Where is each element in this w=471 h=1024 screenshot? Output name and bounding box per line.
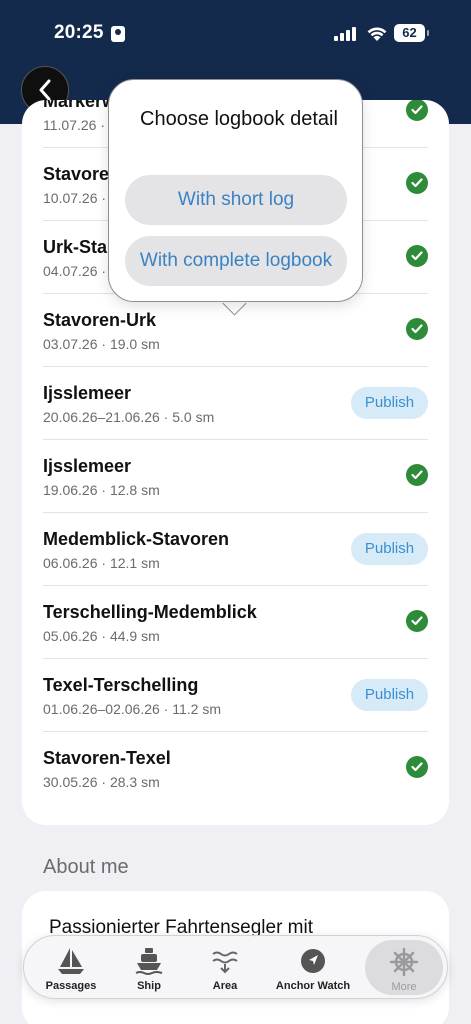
passage-title: Ijsslemeer — [43, 456, 132, 476]
passage-title: Stavore — [43, 164, 110, 184]
published-check-icon — [406, 610, 428, 632]
status-bar: 20:25 62 — [0, 0, 471, 70]
tab-more[interactable]: More — [365, 940, 443, 995]
passage-meta: 10.07.26 · — [43, 190, 107, 206]
passage-meta: 01.06.26–02.06.26 · 11.2 sm — [43, 701, 221, 717]
with-short-log-button[interactable]: With short log — [125, 175, 347, 225]
passage-title: Stavoren-Texel — [43, 748, 171, 768]
published-check-icon — [406, 172, 428, 194]
status-time: 20:25 — [54, 22, 104, 43]
sailboat-icon — [58, 948, 84, 974]
tab-passages[interactable]: Passages — [36, 936, 106, 998]
published-check-icon — [406, 318, 428, 340]
tab-label: Ship — [137, 980, 161, 992]
ship-icon — [135, 948, 163, 975]
passage-title: Medemblick-Stavoren — [43, 529, 230, 549]
waves-icon — [212, 951, 238, 974]
publish-button[interactable]: Publish — [351, 533, 428, 565]
passage-title: Terschelling-Medemblick — [43, 602, 257, 622]
tab-bar: Passages Ship Area Anchor Watch More — [23, 935, 448, 999]
passage-meta: 05.06.26 · 44.9 sm — [43, 628, 160, 644]
passage-meta: 30.05.26 · 28.3 sm — [43, 774, 160, 790]
passage-meta: 06.06.26 · 12.1 sm — [43, 555, 160, 571]
cellular-signal-icon — [334, 27, 356, 41]
passage-title: Stavoren-Urk — [43, 310, 157, 330]
logbook-row[interactable]: Terschelling-Medemblick 05.06.26 · 44.9 s… — [43, 586, 428, 659]
publish-button[interactable]: Publish — [351, 679, 428, 711]
location-arrow-icon — [301, 949, 325, 973]
logbook-row[interactable]: Ijsslemeer 19.06.26 · 12.8 sm — [43, 440, 428, 513]
helm-icon — [389, 947, 419, 977]
logbook-row[interactable]: Ijsslemeer 20.06.26–21.06.26 · 5.0 sm Publ… — [43, 367, 428, 440]
chevron-left-icon — [39, 79, 51, 101]
tab-label: Passages — [45, 980, 97, 992]
passage-meta: 20.06.26–21.06.26 · 5.0 sm — [43, 409, 215, 425]
popover-title: Choose logbook detail — [140, 108, 338, 130]
logbook-row[interactable]: Texel-Terschelling 01.06.26–02.06.26 · 11… — [43, 659, 428, 732]
focus-person-icon — [111, 26, 125, 42]
passage-title: Markerw — [43, 100, 117, 111]
passage-title: Texel-Terschelling — [43, 675, 199, 695]
published-check-icon — [406, 245, 428, 267]
logbook-detail-popover: Choose logbook detail With short log Wit… — [108, 79, 363, 302]
published-check-icon — [406, 464, 428, 486]
passage-meta: 03.07.26 · 19.0 sm — [43, 336, 160, 352]
with-complete-logbook-button[interactable]: With complete logbook — [125, 236, 347, 286]
tab-label: Area — [212, 980, 238, 992]
passage-title: Urk-Sta — [43, 237, 108, 257]
wifi-icon — [367, 27, 387, 41]
publish-button[interactable]: Publish — [351, 387, 428, 419]
passage-meta: 19.06.26 · 12.8 sm — [43, 482, 160, 498]
passage-meta: 11.07.26 · — [43, 117, 106, 133]
published-check-icon — [406, 756, 428, 778]
tab-anchor-watch[interactable]: Anchor Watch — [268, 936, 358, 998]
passage-title: Ijsslemeer — [43, 383, 132, 403]
about-section-title: About me — [43, 856, 129, 878]
logbook-row[interactable]: Stavoren-Texel 30.05.26 · 28.3 sm — [43, 732, 428, 805]
published-check-icon — [406, 100, 428, 121]
tab-label: More — [391, 981, 417, 993]
logbook-row[interactable]: Medemblick-Stavoren 06.06.26 · 12.1 sm Pub… — [43, 513, 428, 586]
battery-indicator: 62 — [394, 24, 429, 42]
tab-area[interactable]: Area — [192, 936, 258, 998]
passage-meta: 04.07.26 · 2 — [43, 263, 118, 279]
tab-label: Anchor Watch — [275, 980, 351, 992]
tab-ship[interactable]: Ship — [116, 936, 182, 998]
